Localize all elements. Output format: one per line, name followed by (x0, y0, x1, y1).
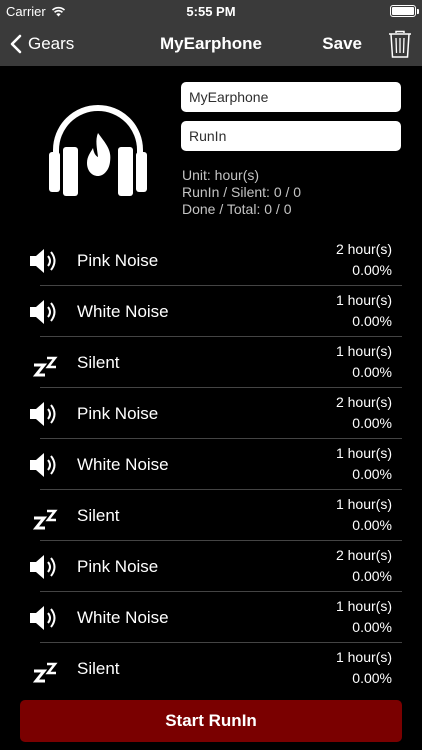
step-progress: 0.00% (352, 313, 392, 329)
summary-info: Unit: hour(s) RunIn / Silent: 0 / 0 Done… (182, 167, 301, 218)
step-duration: 1 hour(s) (335, 292, 392, 308)
step-duration: 2 hour(s) (335, 547, 392, 563)
list-item[interactable]: Pink Noise 2 hour(s) 0.00% (0, 235, 422, 286)
step-label: Silent (77, 353, 120, 372)
step-progress: 0.00% (352, 670, 392, 686)
start-runin-button[interactable]: Start RunIn (20, 700, 402, 742)
list-item[interactable]: Silent 1 hour(s) 0.00% (0, 490, 422, 541)
status-time: 5:55 PM (186, 4, 236, 19)
step-progress: 0.00% (352, 568, 392, 584)
list-item[interactable]: Silent 1 hour(s) 0.00% (0, 643, 422, 694)
chevron-left-icon (10, 34, 22, 54)
step-label: Pink Noise (77, 557, 159, 576)
step-duration: 1 hour(s) (335, 496, 392, 512)
step-list: Pink Noise 2 hour(s) 0.00% White Noise 1… (0, 235, 422, 694)
step-label: Pink Noise (77, 404, 159, 423)
step-label: White Noise (77, 608, 169, 627)
done-total-count: Done / Total: 0 / 0 (182, 201, 292, 217)
step-duration: 1 hour(s) (335, 445, 392, 461)
speaker-icon (30, 300, 56, 324)
step-duration: 2 hour(s) (335, 241, 392, 257)
sleep-zz-icon (32, 662, 58, 683)
trash-icon[interactable] (388, 30, 412, 58)
step-progress: 0.00% (352, 415, 392, 431)
speaker-icon (30, 249, 56, 273)
step-label: White Noise (77, 302, 169, 321)
sleep-zz-icon (32, 356, 58, 377)
step-duration: 1 hour(s) (335, 598, 392, 614)
step-progress: 0.00% (352, 619, 392, 635)
back-label: Gears (28, 34, 75, 53)
list-item[interactable]: White Noise 1 hour(s) 0.00% (0, 439, 422, 490)
unit-label: Unit: hour(s) (182, 167, 260, 183)
speaker-icon (30, 606, 56, 630)
step-progress: 0.00% (352, 364, 392, 380)
speaker-icon (30, 453, 56, 477)
status-bar: Carrier 5:55 PM (0, 0, 422, 22)
battery-icon (390, 5, 419, 17)
headphones-flame-icon (49, 105, 147, 196)
list-item[interactable]: White Noise 1 hour(s) 0.00% (0, 592, 422, 643)
step-progress: 0.00% (352, 262, 392, 278)
list-item[interactable]: Pink Noise 2 hour(s) 0.00% (0, 388, 422, 439)
page-title: MyEarphone (159, 34, 263, 53)
step-label: Silent (77, 506, 120, 525)
list-item[interactable]: Pink Noise 2 hour(s) 0.00% (0, 541, 422, 592)
sleep-zz-icon (32, 509, 58, 530)
step-label: Pink Noise (77, 251, 159, 270)
step-duration: 1 hour(s) (335, 343, 392, 359)
step-duration: 2 hour(s) (335, 394, 392, 410)
step-duration: 1 hour(s) (335, 649, 392, 665)
step-progress: 0.00% (352, 517, 392, 533)
step-label: Silent (77, 659, 120, 678)
back-button[interactable]: Gears (10, 22, 74, 66)
device-name-field[interactable] (181, 82, 401, 112)
navigation-bar: Gears MyEarphone Save (0, 22, 422, 66)
runin-silent-count: RunIn / Silent: 0 / 0 (182, 184, 302, 200)
list-item[interactable]: Silent 1 hour(s) 0.00% (0, 337, 422, 388)
step-label: White Noise (77, 455, 169, 474)
speaker-icon (30, 402, 56, 426)
list-item[interactable]: White Noise 1 hour(s) 0.00% (0, 286, 422, 337)
step-progress: 0.00% (352, 466, 392, 482)
speaker-icon (30, 555, 56, 579)
save-button[interactable]: Save (322, 22, 362, 66)
mode-field[interactable] (181, 121, 401, 151)
